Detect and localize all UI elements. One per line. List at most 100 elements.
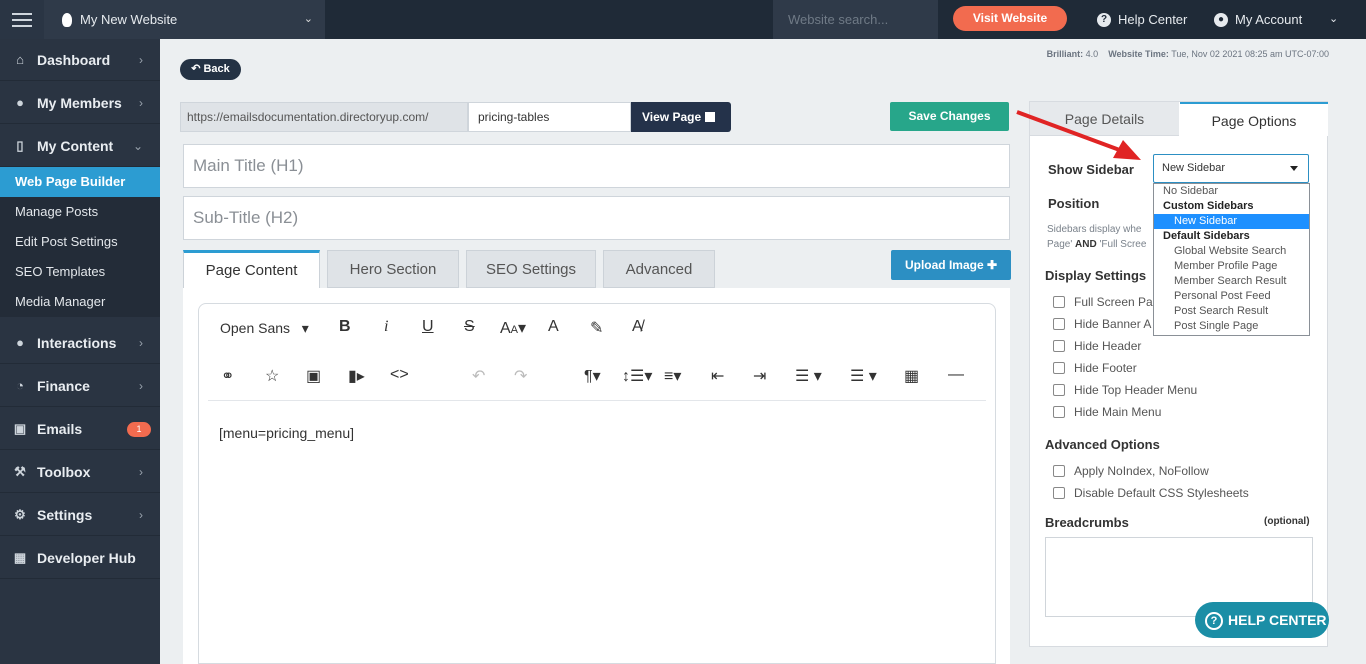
hide-top-header-menu-checkbox[interactable] (1053, 384, 1065, 396)
help-center-link[interactable]: ? Help Center (1097, 0, 1187, 39)
font-size-icon[interactable]: AA▾ (500, 318, 526, 338)
sidebar-item-finance[interactable]: ◔ Finance › (0, 365, 160, 407)
video-icon[interactable]: ▮▸ (348, 366, 365, 386)
back-button[interactable]: ↶ Back (180, 59, 241, 80)
website-search-input[interactable]: Website search... (773, 0, 938, 39)
sidebar-item-my-members[interactable]: ● My Members › (0, 82, 160, 124)
horizontal-line-icon[interactable]: — (948, 366, 964, 384)
save-changes-button[interactable]: Save Changes (890, 102, 1009, 131)
underline-icon[interactable]: U (422, 318, 434, 336)
highlighter-icon[interactable]: ✎ (590, 318, 603, 338)
position-label: Position (1048, 196, 1100, 211)
dropdown-option[interactable]: Post Search Result (1154, 304, 1309, 319)
link-icon[interactable]: ⚭ (221, 366, 234, 386)
sidebar-item-interactions[interactable]: ● Interactions › (0, 322, 160, 364)
url-slug-input[interactable]: pricing-tables (468, 102, 631, 132)
sidebar-item-my-content[interactable]: ▯ My Content ⌄ (0, 125, 160, 167)
tab-page-content[interactable]: Page Content (183, 250, 320, 288)
site-meta-info: Brilliant: 4.0 Website Time: Tue, Nov 02… (1047, 49, 1329, 59)
hide-header-checkbox[interactable] (1053, 340, 1065, 352)
sidebar-sub-media-manager[interactable]: Media Manager (0, 287, 160, 317)
checkbox-label: Apply NoIndex, NoFollow (1074, 464, 1209, 478)
unordered-list-icon[interactable]: ☰ ▾ (850, 366, 877, 386)
lightbulb-icon (62, 12, 72, 27)
sidebar-sub-manage-posts[interactable]: Manage Posts (0, 197, 160, 227)
sidebar-item-dashboard[interactable]: ⌂ Dashboard › (0, 39, 160, 81)
sidebar-sub-web-page-builder[interactable]: Web Page Builder (0, 167, 160, 197)
full-screen-checkbox[interactable] (1053, 296, 1065, 308)
strikethrough-icon[interactable]: S (464, 318, 475, 336)
tab-advanced[interactable]: Advanced (603, 250, 715, 288)
dropdown-option[interactable]: No Sidebar (1154, 184, 1309, 199)
font-family-label: Open Sans (220, 320, 291, 336)
bold-icon[interactable]: B (339, 318, 351, 336)
rich-text-editor[interactable] (198, 303, 996, 664)
checkbox-label: Hide Top Header Menu (1074, 383, 1198, 397)
sidebar-item-label: Emails (37, 420, 83, 437)
dropdown-option[interactable]: Post Single Page (1154, 319, 1309, 334)
outdent-icon[interactable]: ⇤ (711, 366, 724, 386)
dropdown-option[interactable]: Member Search Result (1154, 274, 1309, 289)
main-title-input[interactable]: Main Title (H1) (183, 144, 1010, 188)
tab-hero-section[interactable]: Hero Section (327, 250, 459, 288)
align-icon[interactable]: ≡▾ (664, 366, 681, 386)
sidebar-item-label: Settings (37, 506, 93, 523)
sidebar-item-emails[interactable]: ▣ Emails 1 (0, 408, 160, 450)
help-center-button[interactable]: ? HELP CENTER (1195, 602, 1329, 638)
indent-icon[interactable]: ⇥ (753, 366, 766, 386)
emails-count-badge: 1 (127, 422, 151, 437)
line-height-icon[interactable]: ↕☰▾ (622, 366, 652, 386)
editor-content[interactable]: [menu=pricing_menu] (219, 425, 354, 441)
view-page-button[interactable]: View Page (631, 102, 731, 132)
my-account-menu[interactable]: ● My Account (1214, 0, 1302, 39)
checkbox-label: Full Screen Pa (1074, 295, 1153, 309)
breadcrumbs-optional-note: (optional) (1264, 516, 1310, 527)
redo-icon[interactable]: ↷ (514, 366, 527, 386)
code-icon[interactable]: <> (390, 366, 409, 384)
site-selector[interactable]: My New Website ⌄ (44, 0, 325, 39)
dropdown-option[interactable]: Member Profile Page (1154, 259, 1309, 274)
toolbar-divider (208, 400, 986, 401)
chat-icon: ● (16, 335, 24, 350)
clear-format-icon[interactable]: A̸ (632, 318, 643, 336)
sidebar-item-label: Developer Hub (37, 549, 136, 566)
sidebar-item-toolbox[interactable]: ⚒ Toolbox › (0, 451, 160, 493)
hide-banner-checkbox[interactable] (1053, 318, 1065, 330)
ordered-list-icon[interactable]: ☰ ▾ (795, 366, 822, 386)
upload-image-label: Upload Image (904, 258, 984, 272)
sidebar-item-settings[interactable]: ⚙ Settings › (0, 494, 160, 536)
undo-icon[interactable]: ↶ (472, 366, 485, 386)
visit-website-button[interactable]: Visit Website (953, 6, 1067, 31)
dropdown-option[interactable]: Global Website Search (1154, 244, 1309, 259)
table-icon[interactable]: ▦ (904, 366, 919, 386)
star-icon[interactable]: ☆ (265, 366, 279, 386)
noindex-checkbox[interactable] (1053, 465, 1065, 477)
italic-icon[interactable]: i (384, 318, 388, 336)
subtitle-input[interactable]: Sub-Title (H2) (183, 196, 1010, 240)
user-icon: ● (1214, 12, 1228, 27)
sidebar-sub-seo-templates[interactable]: SEO Templates (0, 257, 160, 287)
sidebar-description: Sidebars display whe Page' AND 'Full Scr… (1047, 222, 1157, 252)
site-name: My New Website (80, 12, 178, 27)
sidebar-sub-edit-post-settings[interactable]: Edit Post Settings (0, 227, 160, 257)
disable-css-checkbox[interactable] (1053, 487, 1065, 499)
chevron-down-icon[interactable]: ⌄ (1329, 12, 1338, 25)
hide-footer-checkbox[interactable] (1053, 362, 1065, 374)
image-icon[interactable]: ▣ (306, 366, 321, 386)
text-color-icon[interactable]: A (548, 318, 559, 336)
tab-page-options[interactable]: Page Options (1180, 102, 1328, 136)
wrench-icon: ⚒ (14, 463, 26, 479)
paragraph-format-icon[interactable]: ¶▾ (584, 366, 601, 386)
font-family-select[interactable]: Open Sans ▾ (220, 320, 309, 337)
upload-image-button[interactable]: Upload Image ✚ (891, 250, 1011, 280)
chevron-right-icon: › (139, 507, 143, 522)
checkbox-label: Disable Default CSS Stylesheets (1074, 486, 1249, 500)
hide-main-menu-checkbox[interactable] (1053, 406, 1065, 418)
sidebar-item-developer-hub[interactable]: ▦ Developer Hub (0, 537, 160, 579)
menu-toggle-icon[interactable] (0, 0, 44, 39)
show-sidebar-select[interactable]: New Sidebar (1153, 154, 1309, 183)
dropdown-option[interactable]: Personal Post Feed (1154, 289, 1309, 304)
dropdown-option-selected[interactable]: New Sidebar (1154, 214, 1309, 229)
folder-icon: ▯ (16, 137, 24, 153)
tab-seo-settings[interactable]: SEO Settings (466, 250, 596, 288)
